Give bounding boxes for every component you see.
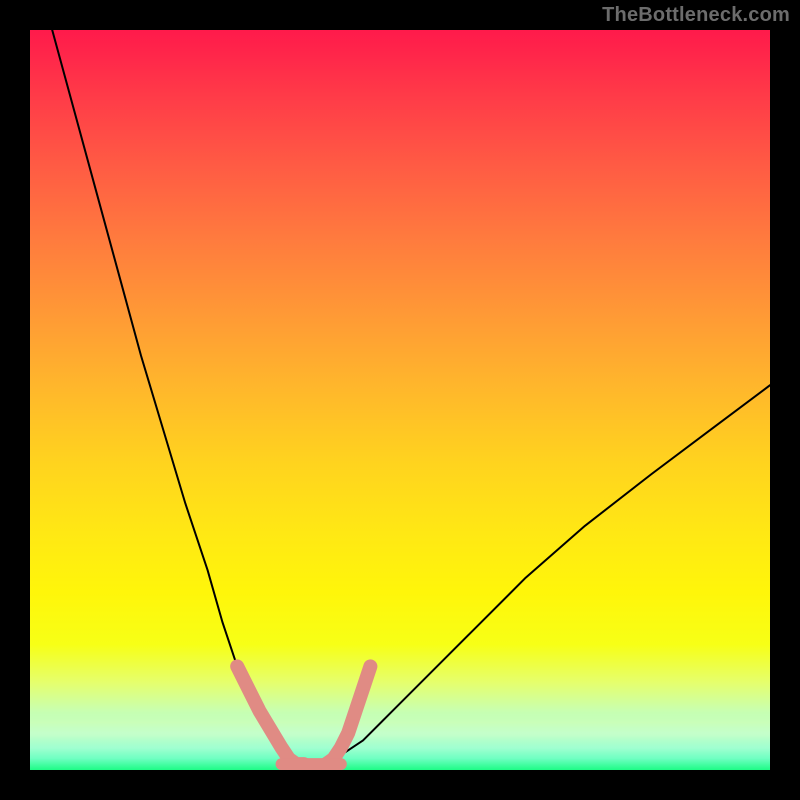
watermark-label: TheBottleneck.com	[602, 4, 790, 27]
chart-frame: TheBottleneck.com	[0, 0, 800, 800]
curves-svg	[30, 30, 770, 770]
series-left-branch	[52, 30, 289, 763]
series-left-overlay-band	[237, 666, 304, 764]
plot-area	[30, 30, 770, 770]
series-right-branch	[326, 385, 770, 762]
